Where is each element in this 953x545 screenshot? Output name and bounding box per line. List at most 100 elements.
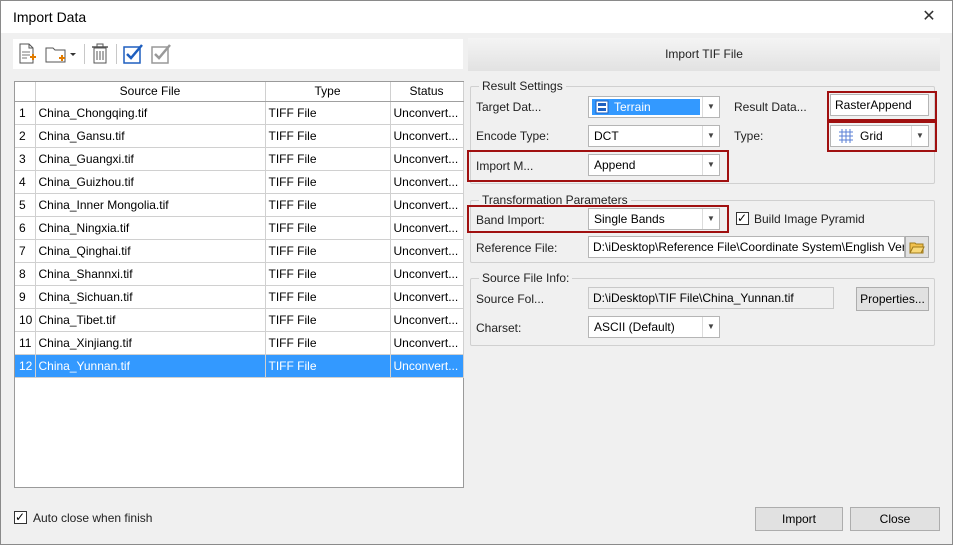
checkmark-icon: ✓ (15, 510, 26, 524)
chevron-down-icon[interactable]: ▼ (911, 126, 928, 146)
result-dataset-input[interactable]: RasterAppend (830, 94, 929, 116)
target-datasource-value: Terrain (614, 100, 651, 114)
charset-combo[interactable]: ASCII (Default) ▼ (588, 316, 720, 338)
column-header-status[interactable]: Status (390, 82, 464, 102)
chevron-down-icon[interactable]: ▼ (702, 209, 719, 229)
import-button[interactable]: Import (755, 507, 843, 531)
table-row[interactable]: 9 China_Sichuan.tif TIFF File Unconvert... (15, 285, 464, 309)
row-type: TIFF File (265, 239, 391, 263)
auto-close-checkbox[interactable]: ✓ (14, 510, 27, 524)
toolbar (13, 39, 463, 69)
source-folder-value: D:\iDesktop\TIF File\China_Yunnan.tif (593, 291, 794, 305)
row-type: TIFF File (265, 147, 391, 171)
row-status: Unconvert... (390, 285, 464, 309)
chevron-down-icon[interactable]: ▼ (702, 97, 719, 117)
table-row[interactable]: 6 China_Ningxia.tif TIFF File Unconvert... (15, 216, 464, 240)
encode-type-value: DCT (594, 129, 619, 143)
row-number: 4 (15, 170, 36, 194)
toolbar-separator (116, 44, 117, 64)
add-file-icon[interactable] (15, 42, 41, 66)
column-header-source-file[interactable]: Source File (35, 82, 266, 102)
row-type: TIFF File (265, 216, 391, 240)
row-type: TIFF File (265, 101, 391, 125)
row-status: Unconvert... (390, 262, 464, 286)
table-row[interactable]: 4 China_Guizhou.tif TIFF File Unconvert... (15, 170, 464, 194)
build-pyramid-checkbox[interactable]: ✓ (736, 211, 749, 225)
delete-icon[interactable] (88, 42, 114, 66)
row-number: 2 (15, 124, 36, 148)
close-button[interactable]: Close (850, 507, 940, 531)
table-row[interactable]: 2 China_Gansu.tif TIFF File Unconvert... (15, 124, 464, 148)
row-type: TIFF File (265, 262, 391, 286)
row-number: 3 (15, 147, 36, 171)
database-icon (595, 100, 609, 117)
reference-file-value: D:\iDesktop\Reference File\Coordinate Sy… (593, 240, 905, 254)
row-number: 1 (15, 101, 36, 125)
row-source-file: China_Qinghai.tif (35, 239, 266, 263)
band-import-combo[interactable]: Single Bands ▼ (588, 208, 720, 230)
import-mode-combo[interactable]: Append ▼ (588, 154, 720, 176)
table-row[interactable]: 11 China_Xinjiang.tif TIFF File Unconvert..… (15, 331, 464, 355)
reference-file-label: Reference File: (476, 241, 558, 255)
result-dataset-label: Result Data... (734, 100, 807, 114)
row-source-file: China_Tibet.tif (35, 308, 266, 332)
row-type: TIFF File (265, 308, 391, 332)
target-datasource-label: Target Dat... (476, 100, 542, 114)
checkmark-icon: ✓ (737, 211, 748, 225)
row-status: Unconvert... (390, 124, 464, 148)
import-data-dialog: Import Data ✕ Source File Type Status 1 … (0, 0, 953, 545)
row-number: 10 (15, 308, 36, 332)
encode-type-combo[interactable]: DCT ▼ (588, 125, 720, 147)
row-source-file: China_Xinjiang.tif (35, 331, 266, 355)
folder-open-icon (909, 242, 925, 254)
select-all-icon[interactable] (121, 42, 147, 66)
table-row[interactable]: 12 China_Yunnan.tif TIFF File Unconvert... (15, 354, 464, 378)
row-source-file: China_Chongqing.tif (35, 101, 266, 125)
import-mode-value: Append (594, 158, 636, 172)
target-datasource-combo[interactable]: Terrain ▼ (588, 96, 720, 118)
result-dataset-value: RasterAppend (835, 98, 912, 112)
table-row[interactable]: 10 China_Tibet.tif TIFF File Unconvert... (15, 308, 464, 332)
source-file-info-label: Source File Info: (479, 271, 573, 285)
row-type: TIFF File (265, 354, 391, 378)
invert-select-icon[interactable] (149, 42, 175, 66)
row-status: Unconvert... (390, 170, 464, 194)
row-number: 12 (15, 354, 36, 378)
row-status: Unconvert... (390, 308, 464, 332)
browse-reference-button[interactable] (905, 236, 929, 258)
grid-icon (839, 129, 853, 146)
properties-button[interactable]: Properties... (856, 287, 929, 311)
row-source-file: China_Guizhou.tif (35, 170, 266, 194)
reference-file-input[interactable]: D:\iDesktop\Reference File\Coordinate Sy… (588, 236, 905, 258)
column-header-type[interactable]: Type (265, 82, 391, 102)
table-row[interactable]: 7 China_Qinghai.tif TIFF File Unconvert... (15, 239, 464, 263)
chevron-down-icon[interactable]: ▼ (702, 317, 719, 337)
row-number: 9 (15, 285, 36, 309)
row-status: Unconvert... (390, 239, 464, 263)
encode-type-label: Encode Type: (476, 129, 550, 143)
column-header-index (15, 82, 36, 102)
chevron-down-icon[interactable]: ▼ (702, 126, 719, 146)
type-combo[interactable]: Grid ▼ (830, 125, 929, 147)
auto-close-label[interactable]: Auto close when finish (33, 511, 152, 525)
close-window-icon[interactable]: ✕ (914, 5, 944, 29)
table-row[interactable]: 8 China_Shannxi.tif TIFF File Unconvert... (15, 262, 464, 286)
row-status: Unconvert... (390, 147, 464, 171)
table-row[interactable]: 3 China_Guangxi.tif TIFF File Unconvert... (15, 147, 464, 171)
row-status: Unconvert... (390, 354, 464, 378)
add-folder-icon[interactable] (43, 42, 79, 66)
row-number: 7 (15, 239, 36, 263)
row-source-file: China_Shannxi.tif (35, 262, 266, 286)
import-mode-label: Import M... (476, 159, 534, 173)
build-pyramid-label[interactable]: Build Image Pyramid (754, 212, 865, 226)
row-source-file: China_Guangxi.tif (35, 147, 266, 171)
source-folder-input: D:\iDesktop\TIF File\China_Yunnan.tif (588, 287, 834, 309)
type-label: Type: (734, 129, 764, 143)
row-type: TIFF File (265, 170, 391, 194)
row-number: 11 (15, 331, 36, 355)
table-header-row: Source File Type Status (15, 82, 464, 102)
chevron-down-icon[interactable]: ▼ (702, 155, 719, 175)
table-row[interactable]: 5 China_Inner Mongolia.tif TIFF File Unconv… (15, 193, 464, 217)
table-row[interactable]: 1 China_Chongqing.tif TIFF File Unconvert..… (15, 101, 464, 125)
row-status: Unconvert... (390, 101, 464, 125)
